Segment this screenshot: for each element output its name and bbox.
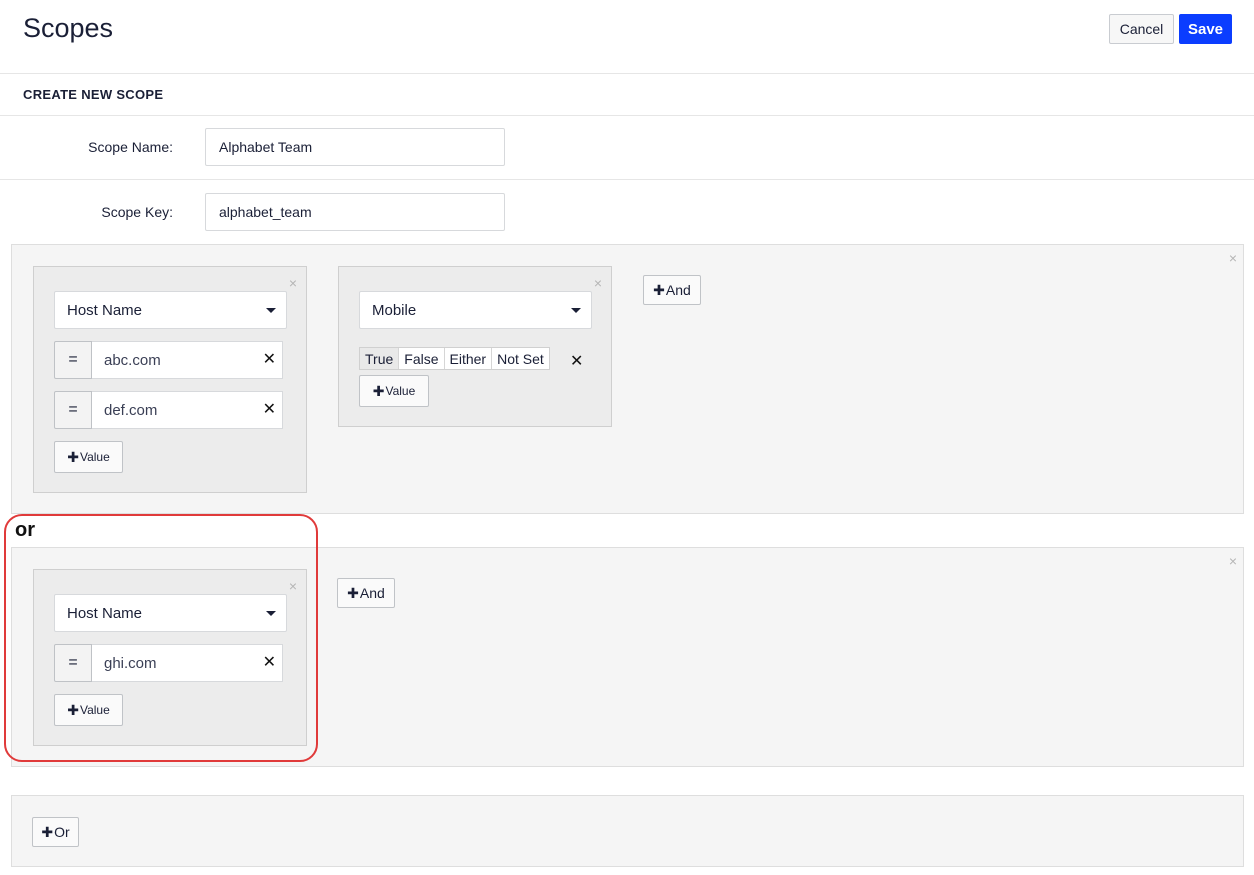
- add-or-label: Or: [54, 824, 70, 840]
- close-condition-icon[interactable]: ×: [289, 579, 297, 593]
- add-and-button[interactable]: ✚ And: [337, 578, 395, 608]
- option-not-set[interactable]: Not Set: [492, 348, 549, 369]
- value-row: = ghi.com ✕: [54, 644, 283, 682]
- caret-down-icon: [266, 611, 276, 616]
- condition-host-name: × Host Name = abc.com ✕ = def.com ✕ ✚ Va…: [33, 266, 307, 493]
- add-value-button[interactable]: ✚ Value: [54, 694, 123, 726]
- value-text: abc.com: [104, 351, 161, 369]
- condition-host-name: × Host Name = ghi.com ✕ ✚ Value: [33, 569, 307, 746]
- add-and-label: And: [359, 585, 385, 601]
- value-row: = def.com ✕: [54, 391, 283, 429]
- value-row: = abc.com ✕: [54, 341, 283, 379]
- divider: [0, 73, 1254, 74]
- page-title: Scopes: [23, 13, 114, 43]
- plus-icon: ✚: [67, 701, 79, 718]
- plus-icon: ✚: [347, 584, 359, 601]
- close-group-icon[interactable]: ×: [1229, 554, 1237, 568]
- value-field[interactable]: ghi.com ✕: [92, 644, 283, 682]
- add-or-button[interactable]: ✚ Or: [32, 817, 79, 847]
- close-condition-icon[interactable]: ×: [289, 276, 297, 290]
- value-field[interactable]: def.com ✕: [92, 391, 283, 429]
- option-false[interactable]: False: [399, 348, 445, 369]
- field-select-value: Host Name: [67, 604, 143, 622]
- operator-button[interactable]: =: [54, 644, 92, 682]
- add-value-label: Value: [79, 450, 110, 464]
- remove-value-icon[interactable]: ✕: [263, 401, 276, 419]
- scope-group-2: × × Host Name = ghi.com ✕ ✚ Value ✚ And: [11, 547, 1244, 767]
- section-title: CREATE NEW SCOPE: [23, 87, 164, 102]
- add-value-button[interactable]: ✚ Value: [359, 375, 429, 407]
- add-value-button[interactable]: ✚ Value: [54, 441, 123, 473]
- scope-group-1: × × Host Name = abc.com ✕ = def.com ✕ ✚ …: [11, 244, 1244, 514]
- option-either[interactable]: Either: [445, 348, 493, 369]
- caret-down-icon: [571, 308, 581, 313]
- caret-down-icon: [266, 308, 276, 313]
- remove-value-icon[interactable]: ✕: [263, 654, 276, 672]
- value-field[interactable]: abc.com ✕: [92, 341, 283, 379]
- scope-key-input[interactable]: alphabet_team: [205, 193, 505, 231]
- close-condition-icon[interactable]: ×: [594, 276, 602, 290]
- add-or-panel: ✚ Or: [11, 795, 1244, 867]
- operator-button[interactable]: =: [54, 391, 92, 429]
- plus-icon: ✚: [372, 382, 385, 399]
- field-select[interactable]: Host Name: [54, 291, 287, 329]
- divider: [0, 179, 1254, 180]
- cancel-button[interactable]: Cancel: [1109, 14, 1174, 44]
- remove-value-icon[interactable]: ✕: [570, 351, 583, 371]
- option-true[interactable]: True: [360, 348, 400, 369]
- field-select[interactable]: Host Name: [54, 594, 287, 632]
- remove-value-icon[interactable]: ✕: [263, 351, 276, 369]
- divider: [0, 115, 1254, 116]
- close-group-icon[interactable]: ×: [1229, 251, 1237, 265]
- add-value-label: Value: [79, 703, 110, 717]
- add-and-label: And: [665, 282, 691, 298]
- plus-icon: ✚: [41, 823, 54, 840]
- scope-name-input[interactable]: Alphabet Team: [205, 128, 505, 166]
- value-text: ghi.com: [104, 654, 157, 672]
- field-select-value: Mobile: [372, 301, 417, 319]
- value-text: def.com: [104, 401, 158, 419]
- plus-icon: ✚: [67, 448, 79, 465]
- or-separator: or: [15, 519, 35, 541]
- condition-mobile: × Mobile True False Either Not Set ✕ ✚ V…: [338, 266, 612, 427]
- add-and-button[interactable]: ✚ And: [643, 275, 701, 305]
- save-button[interactable]: Save: [1179, 14, 1232, 44]
- operator-button[interactable]: =: [54, 341, 92, 379]
- scope-key-label: Scope Key:: [101, 204, 173, 220]
- plus-icon: ✚: [653, 281, 665, 298]
- boolean-toggle: True False Either Not Set: [359, 347, 550, 370]
- add-value-label: Value: [385, 384, 416, 398]
- scope-name-label: Scope Name:: [88, 139, 173, 155]
- field-select-value: Host Name: [67, 301, 143, 319]
- field-select[interactable]: Mobile: [359, 291, 592, 329]
